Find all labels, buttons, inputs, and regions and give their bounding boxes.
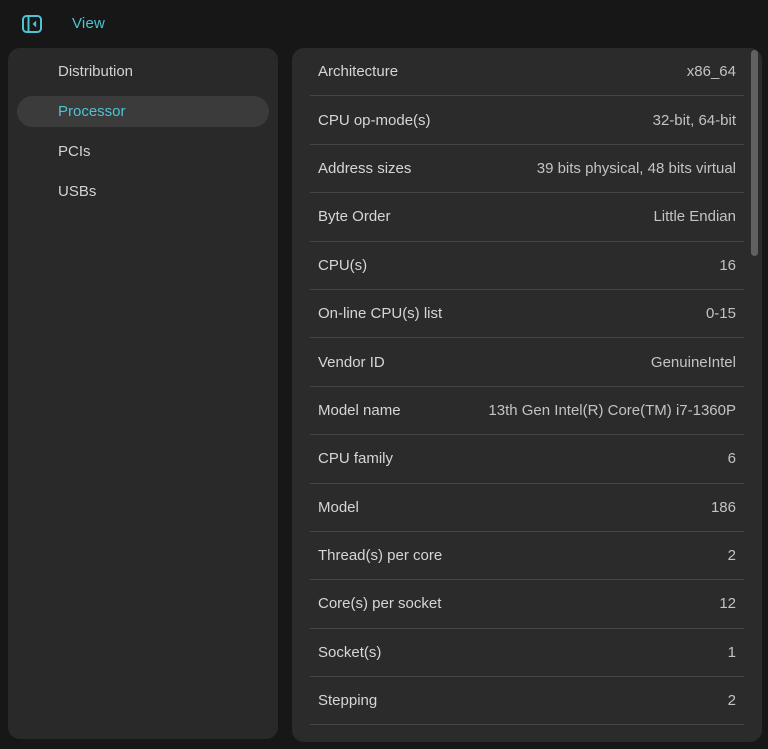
row-label: Socket(s): [318, 643, 382, 661]
detail-row-content: Byte Order Little Endian: [292, 193, 762, 240]
row-label: Core(s) per socket: [318, 595, 442, 613]
row-value: 16: [719, 256, 736, 274]
detail-row: Stepping 2: [292, 677, 762, 726]
detail-row: Socket(s) 1: [292, 629, 762, 678]
row-label: Byte Order: [318, 208, 391, 226]
detail-row-content: Core(s) per socket 12: [292, 580, 762, 627]
detail-row-content: Socket(s) 1: [292, 629, 762, 676]
sidebar-item-distribution[interactable]: Distribution: [17, 56, 269, 87]
row-label: CPU(s): [318, 256, 368, 274]
row-label: CPU family: [318, 450, 394, 468]
row-value: 2: [727, 547, 736, 565]
row-value: 1: [727, 643, 736, 661]
detail-row-content: Stepping 2: [292, 677, 762, 724]
detail-row-content: Vendor ID GenuineIntel: [292, 338, 762, 385]
row-label: Stepping: [318, 692, 378, 710]
detail-row: CPU family 6: [292, 435, 762, 484]
topbar: View: [0, 0, 768, 47]
detail-row-content: CPU(s) 16: [292, 242, 762, 289]
sidebar-collapse-icon: [22, 14, 42, 33]
row-label: Model name: [318, 401, 401, 419]
details-row-list: Architecture x86_64 CPU op-mode(s) 32-bit, …: [292, 48, 762, 726]
row-label: On-line CPU(s) list: [318, 305, 443, 323]
detail-row-content: CPU op-mode(s) 32-bit, 64-bit: [292, 96, 762, 143]
scrollbar-thumb[interactable]: [751, 50, 758, 256]
row-value: 32-bit, 64-bit: [652, 111, 736, 129]
detail-row-content: Model 186: [292, 484, 762, 531]
detail-row: Architecture x86_64: [292, 48, 762, 97]
detail-row: Model 186: [292, 484, 762, 532]
sidebar-item-processor[interactable]: Processor: [17, 96, 269, 127]
row-value: 12: [719, 595, 736, 613]
detail-row: CPU op-mode(s) 32-bit, 64-bit: [292, 96, 762, 145]
processor-details-panel: Architecture x86_64 CPU op-mode(s) 32-bit, …: [292, 48, 762, 742]
detail-row-content: Thread(s) per core 2: [292, 532, 762, 579]
row-label: Vendor ID: [318, 353, 385, 371]
row-value: 6: [727, 450, 736, 468]
detail-row-content: On-line CPU(s) list 0-15: [292, 290, 762, 337]
row-value: Little Endian: [653, 208, 736, 226]
sidebar-item-pcis[interactable]: PCIs: [17, 136, 269, 167]
sidebar-nav: Distribution Processor PCIs USBs: [8, 48, 278, 739]
detail-row: Model name 13th Gen Intel(R) Core(TM) i7-…: [292, 387, 762, 436]
detail-row: CPU(s) 16: [292, 242, 762, 290]
detail-row: On-line CPU(s) list 0-15: [292, 290, 762, 339]
row-label: Model: [318, 498, 359, 516]
row-value: GenuineIntel: [650, 353, 736, 371]
row-value: x86_64: [686, 63, 736, 81]
sidebar-toggle-button[interactable]: [22, 14, 42, 33]
detail-row-content: Address sizes 39 bits physical, 48 bits v…: [292, 145, 762, 192]
detail-row-content: CPU family 6: [292, 435, 762, 482]
view-menu[interactable]: View: [72, 15, 105, 32]
detail-row: Core(s) per socket 12: [292, 580, 762, 629]
detail-row: Thread(s) per core 2: [292, 532, 762, 581]
row-label: Address sizes: [318, 159, 412, 177]
row-label: Architecture: [318, 63, 399, 81]
row-value: 13th Gen Intel(R) Core(TM) i7-1360P: [488, 401, 736, 419]
row-label: Thread(s) per core: [318, 547, 443, 565]
detail-row-content: Model name 13th Gen Intel(R) Core(TM) i7-…: [292, 387, 762, 434]
row-value: 39 bits physical, 48 bits virtual: [536, 159, 736, 177]
sidebar-item-usbs[interactable]: USBs: [17, 176, 269, 207]
detail-row: Address sizes 39 bits physical, 48 bits v…: [292, 145, 762, 194]
detail-row: Vendor ID GenuineIntel: [292, 338, 762, 387]
detail-row: Byte Order Little Endian: [292, 193, 762, 242]
row-value: 186: [710, 498, 736, 516]
row-value: 0-15: [705, 305, 736, 323]
row-label: CPU op-mode(s): [318, 111, 431, 129]
detail-row-content: Architecture x86_64: [292, 48, 762, 95]
row-value: 2: [727, 692, 736, 710]
row-divider: [310, 724, 744, 726]
